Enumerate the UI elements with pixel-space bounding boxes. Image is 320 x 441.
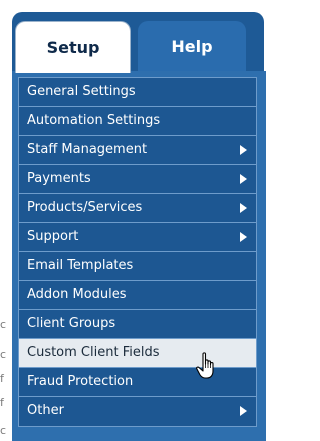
- background-text-fragment: c: [0, 424, 7, 437]
- menu-item-label: Products/Services: [27, 200, 143, 215]
- setup-dropdown-menu: General Settings Automation Settings Sta…: [12, 71, 266, 441]
- menu-item-automation-settings[interactable]: Automation Settings: [19, 107, 256, 136]
- submenu-arrow-icon: [240, 203, 247, 213]
- menu-item-label: Client Groups: [27, 316, 116, 331]
- menu-item-fraud-protection[interactable]: Fraud Protection: [19, 368, 256, 397]
- submenu-arrow-icon: [240, 174, 247, 184]
- submenu-arrow-icon: [240, 406, 247, 416]
- menu-item-label: Custom Client Fields: [27, 345, 160, 360]
- submenu-arrow-icon: [240, 145, 247, 155]
- menu-item-label: General Settings: [27, 84, 136, 99]
- menu-item-label: Staff Management: [27, 142, 148, 157]
- menu-item-addon-modules[interactable]: Addon Modules: [19, 281, 256, 310]
- menu-list: General Settings Automation Settings Sta…: [18, 77, 257, 427]
- background-text-fragment: c: [0, 348, 7, 361]
- menu-item-client-groups[interactable]: Client Groups: [19, 310, 256, 339]
- background-text-fragment: f: [0, 396, 4, 409]
- main-tab-bar: Setup Help: [12, 12, 264, 73]
- menu-item-staff-management[interactable]: Staff Management: [19, 136, 256, 165]
- menu-item-custom-client-fields[interactable]: Custom Client Fields: [19, 339, 256, 368]
- background-text-fragment: c: [0, 318, 7, 331]
- menu-item-payments[interactable]: Payments: [19, 165, 256, 194]
- menu-item-label: Email Templates: [27, 258, 134, 273]
- menu-item-label: Other: [27, 403, 64, 418]
- hand-pointer-icon: [196, 352, 214, 379]
- menu-item-label: Fraud Protection: [27, 374, 134, 389]
- menu-item-email-templates[interactable]: Email Templates: [19, 252, 256, 281]
- menu-item-other[interactable]: Other: [19, 397, 256, 426]
- tab-setup[interactable]: Setup: [15, 21, 131, 73]
- submenu-arrow-icon: [240, 232, 247, 242]
- menu-item-label: Addon Modules: [27, 287, 127, 302]
- menu-item-support[interactable]: Support: [19, 223, 256, 252]
- menu-item-label: Payments: [27, 171, 91, 186]
- menu-item-general-settings[interactable]: General Settings: [19, 78, 256, 107]
- tab-help[interactable]: Help: [138, 21, 246, 72]
- menu-item-products-services[interactable]: Products/Services: [19, 194, 256, 223]
- menu-item-label: Automation Settings: [27, 113, 161, 128]
- menu-item-label: Support: [27, 229, 79, 244]
- background-text-fragment: f: [0, 372, 4, 385]
